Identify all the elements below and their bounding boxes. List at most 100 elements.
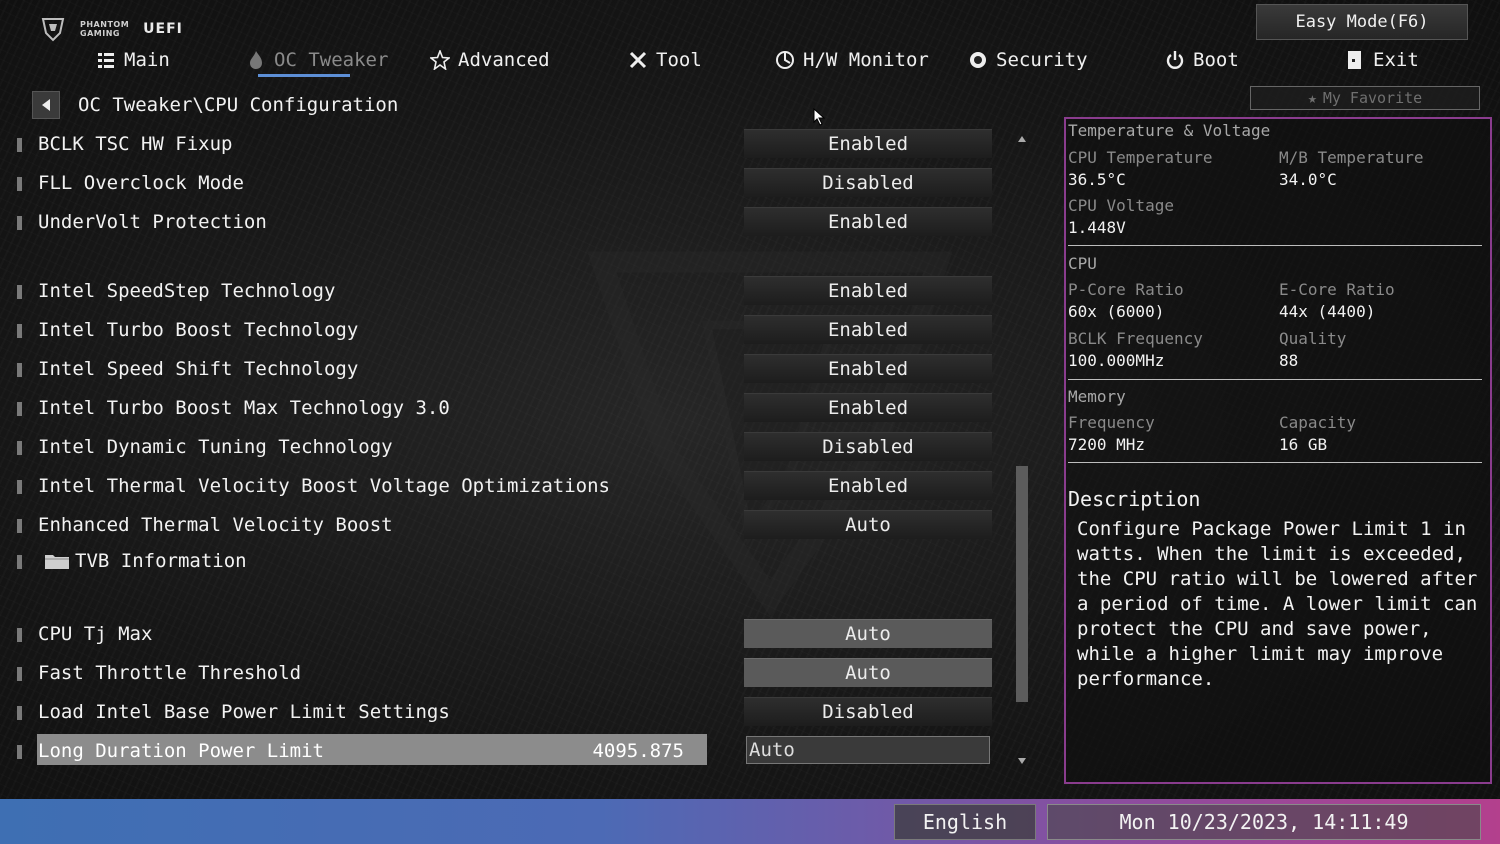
scroll-up-arrow-icon[interactable]	[1017, 134, 1027, 144]
tab-boot-label: Boot	[1193, 49, 1239, 71]
row-marker	[17, 216, 22, 230]
setting-value[interactable]: Enabled	[744, 354, 992, 383]
memory-frequency-label: Frequency	[1068, 413, 1155, 432]
memory-frequency-value: 7200 MHz	[1068, 435, 1146, 454]
setting-fast-throttle-threshold[interactable]: Fast Throttle Threshold Auto	[0, 658, 1000, 690]
setting-value[interactable]: Disabled	[744, 697, 992, 726]
tab-advanced[interactable]: Advanced	[430, 42, 550, 78]
tab-main-label: Main	[124, 49, 170, 71]
temp-voltage-title: Temperature & Voltage	[1068, 121, 1271, 140]
memory-capacity-value: 16 GB	[1279, 435, 1328, 454]
wrench-icon	[629, 51, 647, 69]
submenu-tvb-information[interactable]: TVB Information	[0, 546, 1000, 578]
setting-label: CPU Tj Max	[38, 623, 153, 645]
my-favorite-button[interactable]: ★ My Favorite	[1250, 86, 1480, 110]
tab-main[interactable]: Main	[96, 42, 170, 78]
setting-label: TVB Information	[75, 550, 247, 572]
ecore-ratio-label: E-Core Ratio	[1279, 280, 1395, 299]
setting-value[interactable]: Enabled	[744, 315, 992, 344]
shield-icon	[970, 52, 986, 68]
panel-divider	[1068, 379, 1482, 380]
setting-current-value: 4095.875	[592, 740, 684, 762]
setting-value[interactable]: Enabled	[744, 129, 992, 158]
row-marker	[17, 402, 22, 416]
row-marker	[17, 555, 22, 569]
row-marker	[17, 138, 22, 152]
cpu-temp-value: 36.5°C	[1068, 170, 1126, 189]
pcore-ratio-value: 60x (6000)	[1068, 302, 1165, 321]
tab-security[interactable]: Security	[968, 42, 1088, 78]
brand-line1: PHANTOM	[80, 20, 130, 29]
tab-exit-label: Exit	[1373, 49, 1419, 71]
power-limit-input[interactable]: Auto	[746, 736, 990, 764]
setting-value[interactable]: Enabled	[744, 393, 992, 422]
setting-cpu-tj-max[interactable]: CPU Tj Max Auto	[0, 619, 1000, 651]
row-marker	[17, 667, 22, 681]
cpu-section-title: CPU	[1068, 254, 1097, 273]
setting-value[interactable]: Auto	[744, 510, 992, 539]
setting-intel-speed-shift[interactable]: Intel Speed Shift Technology Enabled	[0, 354, 1000, 386]
setting-label: UnderVolt Protection	[38, 211, 267, 233]
setting-enhanced-tvb[interactable]: Enhanced Thermal Velocity Boost Auto	[0, 510, 1000, 542]
setting-load-intel-base-power-limit[interactable]: Load Intel Base Power Limit Settings Dis…	[0, 697, 1000, 729]
easy-mode-button[interactable]: Easy Mode(F6)	[1256, 4, 1468, 40]
setting-label: Intel Thermal Velocity Boost Voltage Opt…	[38, 475, 610, 497]
setting-value[interactable]: Auto	[744, 658, 992, 687]
setting-intel-turbo-boost-max-3[interactable]: Intel Turbo Boost Max Technology 3.0 Ena…	[0, 393, 1000, 425]
brand-line2: GAMING	[80, 29, 120, 38]
flame-icon	[250, 51, 262, 69]
row-marker	[17, 745, 22, 759]
setting-value[interactable]: Enabled	[744, 207, 992, 236]
list-icon	[98, 53, 114, 68]
ecore-ratio-value: 44x (4400)	[1279, 302, 1376, 321]
setting-label: Intel Dynamic Tuning Technology	[38, 436, 393, 458]
cpu-voltage-label: CPU Voltage	[1068, 196, 1174, 215]
tab-tool[interactable]: Tool	[628, 42, 702, 78]
back-button[interactable]	[32, 91, 60, 119]
row-marker	[17, 324, 22, 338]
setting-value[interactable]: Disabled	[744, 168, 992, 197]
row-marker	[17, 285, 22, 299]
tab-hw-monitor[interactable]: H/W Monitor	[775, 42, 929, 78]
exit-icon	[1348, 51, 1361, 69]
tab-oc-tweaker[interactable]: OC Tweaker	[246, 42, 388, 78]
setting-intel-speedstep[interactable]: Intel SpeedStep Technology Enabled	[0, 276, 1000, 308]
datetime-display[interactable]: Mon 10/23/2023, 14:11:49	[1047, 804, 1481, 840]
breadcrumb: OC Tweaker\CPU Configuration	[32, 91, 398, 119]
pcore-ratio-label: P-Core Ratio	[1068, 280, 1184, 299]
tab-exit[interactable]: Exit	[1345, 42, 1419, 78]
setting-intel-tvb-voltage-opt[interactable]: Intel Thermal Velocity Boost Voltage Opt…	[0, 471, 1000, 503]
folder-icon	[45, 555, 69, 569]
bclk-frequency-label: BCLK Frequency	[1068, 329, 1203, 348]
memory-section-title: Memory	[1068, 387, 1126, 406]
setting-label: Long Duration Power Limit	[38, 740, 324, 762]
cpu-voltage-value: 1.448V	[1068, 218, 1126, 237]
setting-value[interactable]: Enabled	[744, 471, 992, 500]
tab-boot[interactable]: Boot	[1165, 42, 1239, 78]
setting-intel-turbo-boost[interactable]: Intel Turbo Boost Technology Enabled	[0, 315, 1000, 347]
mouse-pointer-icon	[813, 108, 825, 126]
setting-value[interactable]: Enabled	[744, 276, 992, 305]
panel-divider	[1068, 245, 1482, 246]
language-button[interactable]: English	[894, 804, 1036, 840]
scrollbar-thumb[interactable]	[1016, 466, 1028, 702]
setting-intel-dynamic-tuning[interactable]: Intel Dynamic Tuning Technology Disabled	[0, 432, 1000, 464]
setting-undervolt-protection[interactable]: UnderVolt Protection Enabled	[0, 207, 1000, 239]
setting-value[interactable]: Auto	[744, 619, 992, 648]
row-marker	[17, 519, 22, 533]
setting-label: Intel Turbo Boost Max Technology 3.0	[38, 397, 450, 419]
tab-hw-monitor-label: H/W Monitor	[803, 49, 929, 71]
row-marker	[17, 628, 22, 642]
setting-fll-overclock-mode[interactable]: FLL Overclock Mode Disabled	[0, 168, 1000, 200]
mb-temp-value: 34.0°C	[1279, 170, 1337, 189]
quality-label: Quality	[1279, 329, 1347, 348]
setting-label: Intel SpeedStep Technology	[38, 280, 336, 302]
setting-label: Load Intel Base Power Limit Settings	[38, 701, 450, 723]
setting-bclk-tsc-hw-fixup[interactable]: BCLK TSC HW Fixup Enabled	[0, 129, 1000, 161]
setting-value[interactable]: Disabled	[744, 432, 992, 461]
scroll-down-arrow-icon[interactable]	[1017, 756, 1027, 766]
setting-long-duration-power-limit[interactable]: Long Duration Power Limit 4095.875 Auto	[0, 734, 1000, 768]
star-icon	[430, 50, 450, 70]
brand-text: PHANTOM GAMING	[80, 20, 129, 38]
description-text: Configure Package Power Limit 1 in watts…	[1077, 518, 1478, 690]
